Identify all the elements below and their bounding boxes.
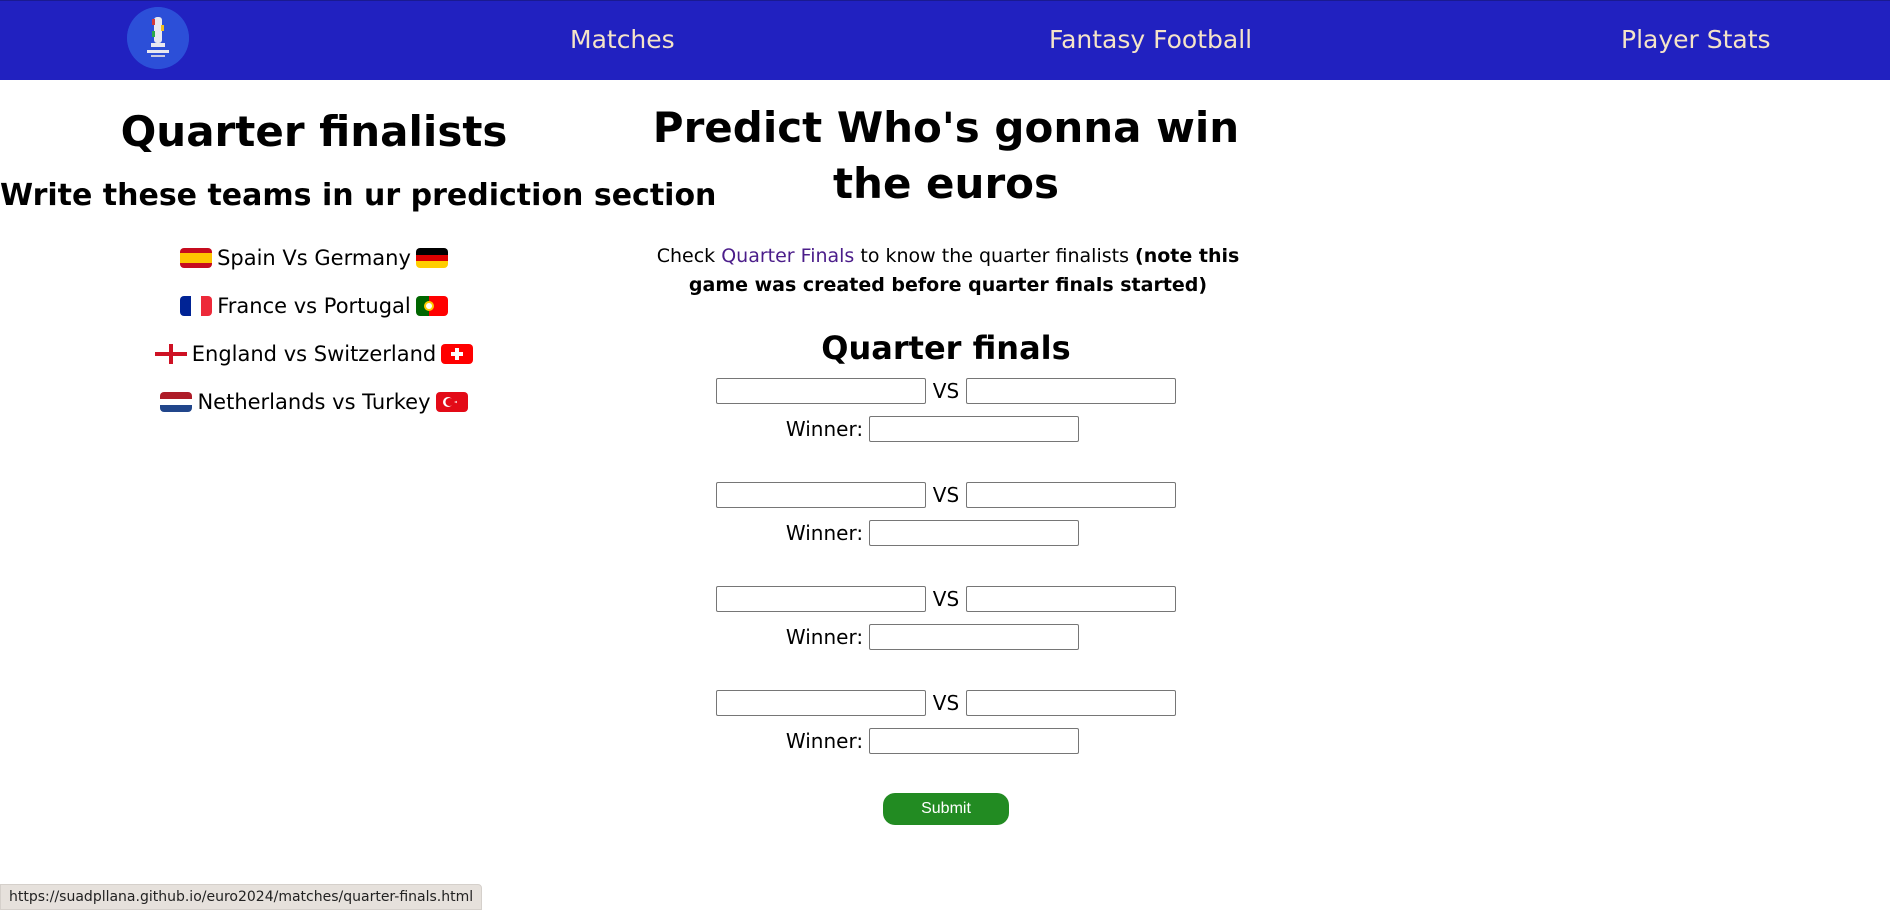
prediction-title: Predict Who's gonna win the euros [652, 103, 1240, 208]
team2-input[interactable] [966, 690, 1177, 716]
matchup-item: France vs Portugal [0, 282, 628, 330]
matchup-item: England vs Switzerland [0, 330, 628, 378]
turkey-flag-icon [435, 392, 468, 412]
matchup-text: England vs Switzerland [191, 342, 437, 366]
nav-link-fantasy-football[interactable]: Fantasy Football [1049, 25, 1252, 54]
vs-row: VS [628, 688, 1264, 718]
winner-label: Winner: [785, 729, 864, 753]
team2-input[interactable] [966, 586, 1177, 612]
nav-link-player-stats[interactable]: Player Stats [1621, 25, 1771, 54]
winner-row: Winner: [628, 727, 1264, 755]
quarter-finalists-title: Quarter finalists [120, 107, 508, 156]
switzerland-flag-icon [441, 344, 474, 364]
prediction-match-3: VS Winner: [628, 584, 1264, 651]
instructions-text: Check Quarter Finals to know the quarter… [628, 242, 1268, 300]
spain-flag-icon [180, 248, 213, 268]
matchup-item: Spain Vs Germany [0, 234, 628, 282]
winner-row: Winner: [628, 519, 1264, 547]
england-flag-icon [154, 344, 187, 364]
vs-row: VS [628, 376, 1264, 406]
nav-link-matches[interactable]: Matches [570, 25, 675, 54]
prediction-match-4: VS Winner: [628, 688, 1264, 755]
vs-label: VS [932, 379, 960, 403]
vs-label: VS [932, 587, 960, 611]
vs-label: VS [932, 691, 960, 715]
winner-input[interactable] [869, 624, 1080, 650]
matchup-item: Netherlands vs Turkey [0, 378, 628, 426]
winner-row: Winner: [628, 415, 1264, 443]
winner-input[interactable] [869, 728, 1080, 754]
prediction-match-2: VS Winner: [628, 480, 1264, 547]
vs-row: VS [628, 480, 1264, 510]
matchup-text: Spain Vs Germany [217, 246, 411, 270]
winner-label: Winner: [785, 521, 864, 545]
winner-label: Winner: [785, 625, 864, 649]
trophy-icon [127, 7, 189, 69]
quarter-finalists-subtitle: Write these teams in ur prediction secti… [0, 178, 717, 213]
submit-button[interactable]: Submit [883, 793, 1009, 825]
navbar: Matches Fantasy Football Player Stats [0, 0, 1890, 80]
team1-input[interactable] [715, 690, 926, 716]
team2-input[interactable] [966, 482, 1177, 508]
matchup-text: France vs Portugal [217, 294, 411, 318]
status-bar-url: https://suadpllana.github.io/euro2024/ma… [0, 884, 483, 910]
team1-input[interactable] [715, 378, 926, 404]
quarter-finals-link[interactable]: Quarter Finals [721, 245, 854, 267]
matchup-text: Netherlands vs Turkey [197, 390, 431, 414]
team1-input[interactable] [715, 586, 926, 612]
prediction-match-1: VS Winner: [628, 376, 1264, 443]
team1-input[interactable] [715, 482, 926, 508]
vs-label: VS [932, 483, 960, 507]
france-flag-icon [180, 296, 213, 316]
germany-flag-icon [415, 248, 448, 268]
winner-row: Winner: [628, 623, 1264, 651]
instructions-middle: to know the quarter finalists [854, 245, 1136, 267]
team2-input[interactable] [966, 378, 1177, 404]
quarter-finals-heading: Quarter finals [821, 329, 1071, 367]
portugal-flag-icon [415, 296, 448, 316]
vs-row: VS [628, 584, 1264, 614]
winner-input[interactable] [869, 416, 1080, 442]
instructions-prefix: Check [656, 245, 722, 267]
winner-label: Winner: [785, 417, 864, 441]
matchup-list: Spain Vs Germany France vs Portugal Engl… [0, 234, 628, 426]
euro-2024-logo[interactable] [127, 7, 189, 69]
winner-input[interactable] [869, 520, 1080, 546]
quarter-finalists-panel: Quarter finalists Write these teams in u… [0, 100, 717, 426]
netherlands-flag-icon [160, 392, 193, 412]
prediction-panel: Predict Who's gonna win the euros Check … [628, 100, 1264, 825]
